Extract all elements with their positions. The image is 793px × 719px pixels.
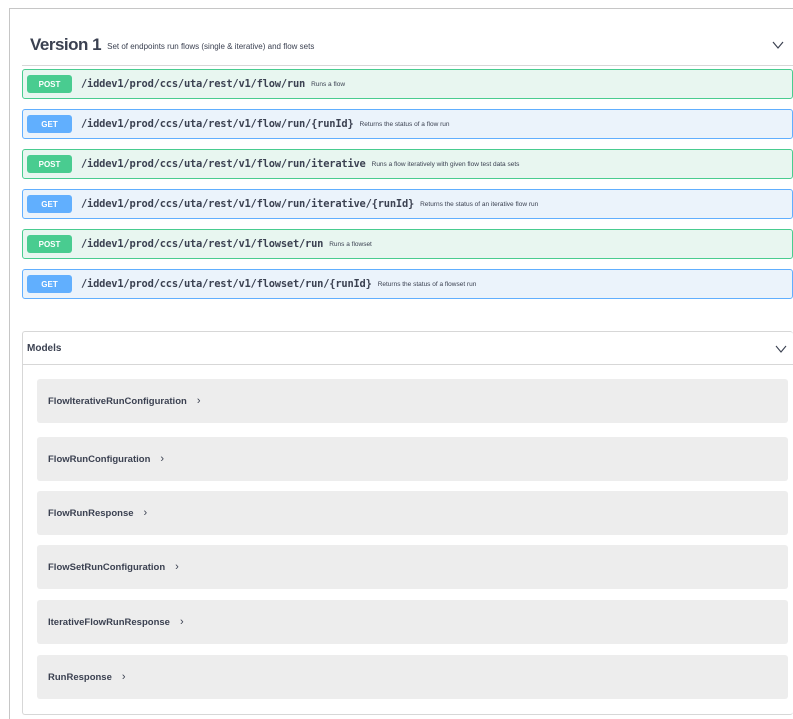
model-name: FlowRunConfiguration (48, 453, 151, 465)
operation-path: /iddev1/prod/ccs/uta/rest/v1/flowset/run… (81, 278, 372, 290)
model-item[interactable]: FlowIterativeRunConfiguration › (37, 379, 788, 423)
models-title: Models (27, 342, 62, 354)
operation-summary: Runs a flowset (329, 240, 372, 248)
method-badge-post: POST (27, 155, 72, 173)
method-badge-post: POST (27, 75, 72, 93)
operation-summary: Runs a flow (311, 80, 346, 88)
models-header[interactable]: Models (23, 332, 793, 365)
model-item[interactable]: FlowSetRunConfiguration › (37, 545, 788, 589)
version-description: Set of endpoints run flows (single & ite… (107, 41, 315, 51)
operation-summary: Returns the status of a flowset run (377, 280, 477, 288)
chevron-down-icon[interactable] (775, 343, 787, 355)
operation-path: /iddev1/prod/ccs/uta/rest/v1/flow/run/it… (81, 198, 415, 210)
operation-path: /iddev1/prod/ccs/uta/rest/v1/flow/run (81, 78, 306, 90)
operation-path: /iddev1/prod/ccs/uta/rest/v1/flow/run/{r… (81, 118, 354, 130)
operation-post-flow-run[interactable]: POST /iddev1/prod/ccs/uta/rest/v1/flow/r… (22, 69, 793, 99)
chevron-right-icon[interactable]: › (180, 616, 184, 628)
method-badge-post: POST (27, 235, 72, 253)
operation-path: /iddev1/prod/ccs/uta/rest/v1/flow/run/it… (81, 158, 366, 170)
chevron-right-icon[interactable]: › (144, 507, 148, 519)
chevron-right-icon[interactable]: › (197, 395, 201, 407)
method-badge-get: GET (27, 275, 72, 293)
operation-get-flow-run-iterative-status[interactable]: GET /iddev1/prod/ccs/uta/rest/v1/flow/ru… (22, 189, 793, 219)
version-title: Version 1 (30, 34, 102, 54)
chevron-down-icon[interactable] (771, 38, 785, 52)
models-section: Models FlowIterativeRunConfiguration › F… (22, 331, 793, 715)
model-name: FlowSetRunConfiguration (48, 561, 166, 573)
operation-summary: Returns the status of a flow run (359, 120, 450, 128)
operation-summary: Returns the status of an iterative flow … (420, 200, 539, 208)
model-name: RunResponse (48, 671, 112, 683)
model-name: IterativeFlowRunResponse (48, 616, 170, 628)
chevron-right-icon[interactable]: › (160, 453, 164, 465)
method-badge-get: GET (27, 195, 72, 213)
operation-post-flowset-run[interactable]: POST /iddev1/prod/ccs/uta/rest/v1/flowse… (22, 229, 793, 259)
method-badge-get: GET (27, 115, 72, 133)
operation-summary: Runs a flow iteratively with given flow … (371, 160, 520, 168)
operation-get-flowset-run-status[interactable]: GET /iddev1/prod/ccs/uta/rest/v1/flowset… (22, 269, 793, 299)
version-section-header[interactable]: Version 1 Set of endpoints run flows (si… (22, 24, 793, 66)
model-item[interactable]: IterativeFlowRunResponse › (37, 600, 788, 644)
model-item[interactable]: FlowRunResponse › (37, 491, 788, 535)
operation-path: /iddev1/prod/ccs/uta/rest/v1/flowset/run (81, 238, 324, 250)
model-item[interactable]: FlowRunConfiguration › (37, 437, 788, 481)
operation-get-flow-run-status[interactable]: GET /iddev1/prod/ccs/uta/rest/v1/flow/ru… (22, 109, 793, 139)
model-name: FlowRunResponse (48, 507, 134, 519)
operation-post-flow-run-iterative[interactable]: POST /iddev1/prod/ccs/uta/rest/v1/flow/r… (22, 149, 793, 179)
model-item[interactable]: RunResponse › (37, 655, 788, 699)
chevron-right-icon[interactable]: › (122, 671, 126, 683)
model-name: FlowIterativeRunConfiguration (48, 395, 187, 407)
chevron-right-icon[interactable]: › (175, 561, 179, 573)
